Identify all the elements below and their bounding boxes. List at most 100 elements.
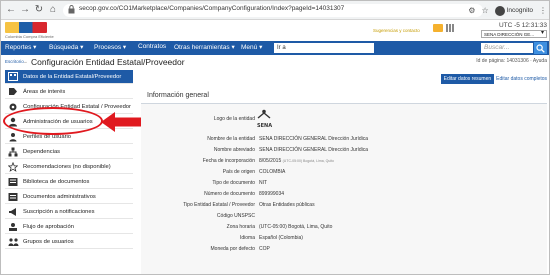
sidebar-item-suscripcion[interactable]: Suscripción a notificaciones [5,205,133,219]
edit-full-link[interactable]: Editar datos completos [496,74,547,84]
sidebar-item-label: Grupos de usuarios [23,238,74,245]
row-value: NIT [259,180,268,186]
nav-item-otras-herramientas[interactable]: Otras herramientas ▾ [174,43,235,51]
nav-item-label: Reportes [5,44,32,51]
nav-item-reportes[interactable]: Reportes ▾ [5,43,36,51]
row-value: COP [259,246,270,252]
sidebar-item-grupos-usuarios[interactable]: Grupos de usuarios [5,235,133,249]
row-value: 899999034 [259,191,285,197]
apps-grid-icon[interactable] [446,24,454,32]
sidebar-item-label: Datos de la Entidad Estatal/Proveedor [23,73,122,80]
breadcrumb-home-link[interactable]: Escritorio [5,59,24,64]
back-arrow-icon[interactable]: ← [5,4,17,16]
nav-item-busqueda[interactable]: Búsqueda ▾ [49,43,83,51]
home-icon[interactable]: ⌂ [47,4,59,16]
sidebar-item-areas-interes[interactable]: Áreas de interés [5,85,133,99]
main-nav-bar: Reportes ▾ Búsqueda ▾ Procesos ▾ Contrat… [1,41,549,55]
edit-summary-button[interactable]: Editar datos resumen [440,74,495,84]
row-value: (UTC-05:00) Bogotá, Lima, Quito [259,224,333,230]
nav-item-menu[interactable]: Menú ▾ [241,43,262,51]
sena-logo-icon [257,109,271,119]
sidebar-item-recomendaciones[interactable]: Recomendaciones (no disponible) [5,160,133,174]
megaphone-icon [7,207,19,217]
url-text: secop.gov.co/CO1Marketplace/Companies/Co… [79,5,345,12]
nav-item-label: Procesos [94,44,122,51]
tag-icon [7,87,19,97]
timezone-note: (UTC-05:00) Bogotá, Lima, Quito [282,159,334,163]
sidebar-item-label: Áreas de interés [23,88,66,95]
row-value: COLOMBIA [259,169,286,175]
sidebar-item-label: Biblioteca de documentos [23,178,90,185]
suggestions-link[interactable]: Sugerencias y contacto [373,28,420,33]
row-value: Otras Entidades públicas [259,202,315,208]
sidebar-item-biblioteca[interactable]: Biblioteca de documentos [5,175,133,189]
nav-item-label: Menú [241,44,258,51]
row-label: Moneda por defecto [210,246,255,252]
browser-toolbar: ← → ↻ ⌂ secop.gov.co/CO1Marketplace/Comp… [1,1,549,20]
row-label: Código UNSPSC [216,213,255,219]
sidebar: Datos de la Entidad Estatal/Proveedor Ár… [5,70,135,274]
reload-icon[interactable]: ↻ [33,4,45,16]
approval-icon [7,222,19,232]
logo-label: Logo de la entidad [213,116,255,122]
row-label: País de origen [222,169,255,175]
mail-icon[interactable] [433,24,443,32]
goto-input[interactable]: Ir a [274,43,374,53]
extensions-icon[interactable]: ⚙ [468,6,475,15]
sidebar-item-label: Dependencias [23,148,61,155]
incognito-icon [494,5,505,16]
sidebar-item-datos-entidad[interactable]: Datos de la Entidad Estatal/Proveedor [5,70,133,84]
row-value: SENA DIRECCIÓN GENERAL Dirección Jurídic… [259,147,369,153]
nav-item-label: Búsqueda [49,44,79,51]
row-label: Número de documento [204,191,255,197]
users-group-icon [7,237,19,247]
annotation-circle [3,107,103,135]
search-button[interactable] [534,42,547,54]
date-value: 8/05/2015 [259,158,282,164]
sidebar-item-documentos-admin[interactable]: Documentos administrativos [5,190,133,204]
main-content: Editar datos resumen Editar datos comple… [141,70,547,274]
incognito-label: Incognito [506,7,533,14]
logo-image [5,22,47,33]
sidebar-item-label: Flujo de aprobación [23,223,74,230]
nav-item-procesos[interactable]: Procesos ▾ [94,43,126,51]
breadcrumb-arrow: → [23,59,28,64]
address-bar[interactable]: secop.gov.co/CO1Marketplace/Companies/Co… [63,4,483,17]
star-bookmark-icon[interactable]: ☆ [481,6,488,15]
row-label: Tipo Entidad Estatal / Proveedor [183,202,255,208]
row-label: Zona horaria [226,224,255,230]
star-icon [7,161,19,172]
page-id-help[interactable]: Id de página: 14031306 · Ayuda [476,58,547,64]
sidebar-item-label: Documentos administrativos [23,193,96,200]
row-label: Tipo de documento [212,180,255,186]
annotation-arrow-icon [101,112,143,132]
documents-icon [7,192,19,202]
row-value: 8/05/2015 (UTC-05:00) Bogotá, Lima, Quit… [259,158,334,164]
logo-text: Colombia Compra Eficiente [5,34,54,39]
library-icon [7,177,19,187]
search-input[interactable]: Buscar... [481,43,533,53]
browser-window: ← → ↻ ⌂ secop.gov.co/CO1Marketplace/Comp… [0,0,550,275]
general-info-panel: Logo de la entidad SENA Nombre de la ent… [141,104,547,274]
site-logo[interactable]: Colombia Compra Eficiente [5,22,54,39]
lock-icon [68,5,75,14]
breadcrumb: Escritorio → Configuración Entidad Estat… [1,56,549,68]
sidebar-item-flujo-aprobacion[interactable]: Flujo de aprobación [5,220,133,234]
entity-select[interactable]: SENA DIRECCIÓN GE... [481,30,547,38]
row-value: SENA DIRECCIÓN GENERAL Dirección Jurídic… [259,136,369,142]
nav-item-contratos[interactable]: Contratos [138,43,166,50]
clock-time: UTC -5 12:31:33 [498,22,547,29]
sidebar-item-dependencias[interactable]: Dependencias [5,145,133,159]
incognito-badge[interactable]: Incognito [494,5,533,16]
building-icon [7,72,19,82]
search-icon [536,44,545,53]
site-header: Colombia Compra Eficiente Sugerencias y … [1,20,549,40]
menu-kebab-icon[interactable]: ⋮ [539,6,547,15]
sena-logo-text: SENA [257,123,273,129]
row-label: Nombre abreviado [213,147,255,153]
row-label: Fecha de incorporación [202,158,255,164]
row-label: Nombre de la entidad [207,136,255,142]
row-label: Idioma [239,235,255,241]
section-title: Información general [147,92,209,99]
forward-arrow-icon[interactable]: → [19,4,31,16]
